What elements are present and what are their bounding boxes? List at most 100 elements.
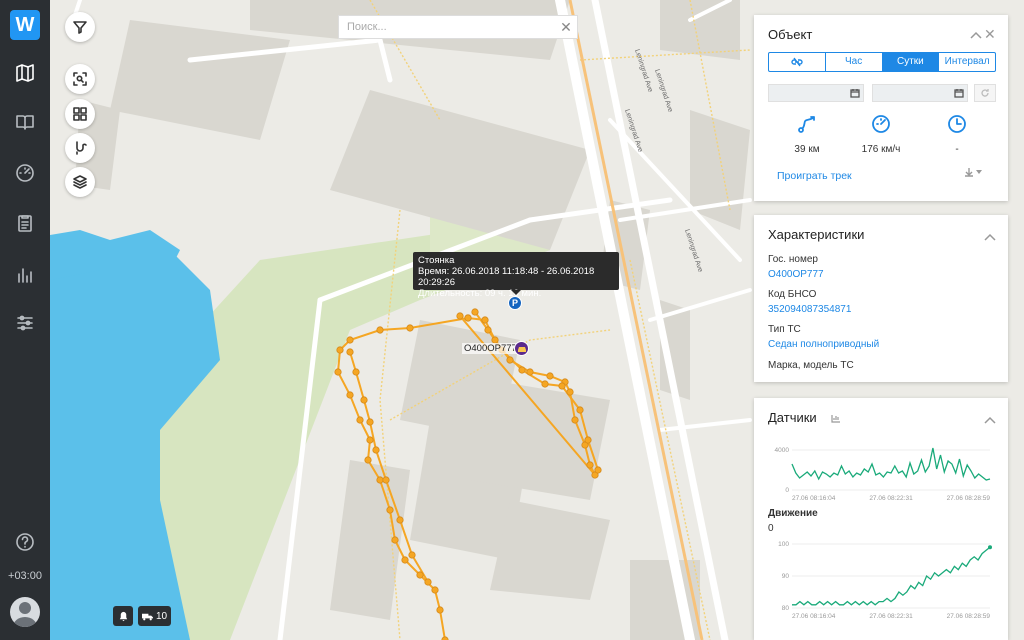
- refresh-button[interactable]: [974, 84, 996, 102]
- sensor-chart-2-svg: 100 90 8027.06 08:16:04 27.06 08:22:31 27.06…: [778, 541, 992, 620]
- track-point[interactable]: [424, 578, 432, 586]
- track-point[interactable]: [576, 406, 584, 414]
- collapse-button[interactable]: [970, 30, 982, 40]
- field-label-plate: Гос. номер: [768, 254, 818, 265]
- tab-interval[interactable]: Интервал: [939, 53, 995, 71]
- notifications-button[interactable]: [113, 606, 133, 626]
- track-point[interactable]: [376, 326, 384, 334]
- track-point[interactable]: [584, 436, 592, 444]
- track-point[interactable]: [416, 571, 424, 579]
- track-point[interactable]: [396, 516, 404, 524]
- download-icon: [965, 168, 973, 177]
- track-point[interactable]: [594, 466, 602, 474]
- track-point[interactable]: [484, 326, 492, 334]
- track-point[interactable]: [541, 380, 549, 388]
- sidebar-item-settings[interactable]: [10, 308, 40, 338]
- calendar-icon[interactable]: [951, 85, 967, 101]
- app-logo[interactable]: W: [10, 10, 40, 40]
- filter-button[interactable]: [65, 12, 95, 42]
- track-point[interactable]: [364, 456, 372, 464]
- track-point[interactable]: [376, 476, 384, 484]
- field-value-plate[interactable]: О400ОР777: [768, 269, 824, 280]
- tab-link[interactable]: [769, 53, 826, 71]
- track-point[interactable]: [518, 366, 526, 374]
- date-from-input[interactable]: [769, 85, 847, 101]
- track-point[interactable]: [571, 416, 579, 424]
- y-tick-label: 100: [778, 541, 789, 548]
- chart-settings-icon[interactable]: [831, 414, 841, 426]
- date-from: [768, 84, 864, 102]
- calendar-icon[interactable]: [847, 85, 863, 101]
- sidebar-item-book[interactable]: [10, 107, 40, 137]
- sidebar-item-clipboard[interactable]: [10, 208, 40, 238]
- tab-day[interactable]: Сутки: [882, 53, 940, 71]
- track-point[interactable]: [382, 476, 390, 484]
- field-value-type[interactable]: Седан полноприводный: [768, 339, 879, 350]
- sidebar-item-speedometer[interactable]: [10, 158, 40, 188]
- sidebar: W +03:00: [0, 0, 50, 640]
- chevron-down-icon: [976, 170, 982, 174]
- track-point[interactable]: [431, 586, 439, 594]
- parking-marker[interactable]: P: [508, 296, 522, 310]
- vehicles-button[interactable]: 10: [138, 606, 172, 626]
- track-point[interactable]: [464, 314, 472, 322]
- sensor-chart-2[interactable]: 100 90 80 27.06 08:16:04 27.06 08:22:31 27.06…: [764, 540, 996, 623]
- track-point[interactable]: [401, 556, 409, 564]
- date-to-input[interactable]: [873, 85, 951, 101]
- help-icon: [16, 533, 34, 551]
- zoom-to-area-button[interactable]: [65, 64, 95, 94]
- track-point[interactable]: [526, 368, 534, 376]
- sliders-icon: [17, 315, 33, 331]
- sidebar-item-map[interactable]: [10, 58, 40, 88]
- user-avatar[interactable]: [10, 597, 40, 627]
- sidebar-item-reports[interactable]: [10, 260, 40, 290]
- download-button[interactable]: [964, 167, 982, 177]
- vehicle-marker[interactable]: [514, 341, 529, 356]
- track-point[interactable]: [366, 418, 374, 426]
- series-line: [791, 447, 991, 481]
- field-value-bnso[interactable]: 352094087354871: [768, 304, 851, 315]
- motion-label: Движение: [768, 508, 818, 519]
- track-point[interactable]: [558, 382, 566, 390]
- track-point[interactable]: [346, 336, 354, 344]
- track-point[interactable]: [406, 324, 414, 332]
- speedometer-icon: [16, 164, 34, 182]
- sensor-chart-1[interactable]: 4000 0 27.06 08:16:04 27.06 08:22:31 27.06 0…: [764, 436, 996, 505]
- tab-hour[interactable]: Час: [826, 53, 883, 71]
- track-point[interactable]: [436, 606, 444, 614]
- y-tick-label: 4000: [775, 447, 790, 454]
- route-button[interactable]: [65, 133, 95, 163]
- track-point[interactable]: [566, 388, 574, 396]
- track-point[interactable]: [336, 346, 344, 354]
- track-point[interactable]: [356, 416, 364, 424]
- tooltip-title: Стоянка: [418, 255, 455, 266]
- track-point[interactable]: [352, 368, 360, 376]
- track-point[interactable]: [391, 536, 399, 544]
- track-point[interactable]: [366, 436, 374, 444]
- sidebar-item-help[interactable]: [10, 527, 40, 557]
- track-point[interactable]: [386, 506, 394, 514]
- search-input[interactable]: [339, 16, 555, 38]
- track-point[interactable]: [586, 461, 594, 469]
- track-point[interactable]: [372, 446, 380, 454]
- track-point[interactable]: [334, 368, 342, 376]
- track-point[interactable]: [346, 391, 354, 399]
- close-icon[interactable]: ✕: [984, 26, 996, 43]
- track-point[interactable]: [471, 308, 479, 316]
- clipboard-icon: [18, 215, 32, 232]
- track-point[interactable]: [481, 316, 489, 324]
- characteristics-panel: Характеристики Гос. номер О400ОР777 Код …: [754, 215, 1008, 382]
- layers-button[interactable]: [65, 167, 95, 197]
- play-track-link[interactable]: Проиграть трек: [777, 170, 852, 182]
- close-icon[interactable]: ✕: [555, 16, 577, 38]
- track-point[interactable]: [408, 551, 416, 559]
- track-point[interactable]: [456, 312, 464, 320]
- track-point[interactable]: [506, 356, 514, 364]
- track-point[interactable]: [546, 372, 554, 380]
- car-icon: [517, 346, 526, 352]
- collapse-button[interactable]: [984, 415, 996, 425]
- grid-button[interactable]: [65, 99, 95, 129]
- track-point[interactable]: [360, 396, 368, 404]
- collapse-button[interactable]: [984, 232, 996, 242]
- track-point[interactable]: [346, 348, 354, 356]
